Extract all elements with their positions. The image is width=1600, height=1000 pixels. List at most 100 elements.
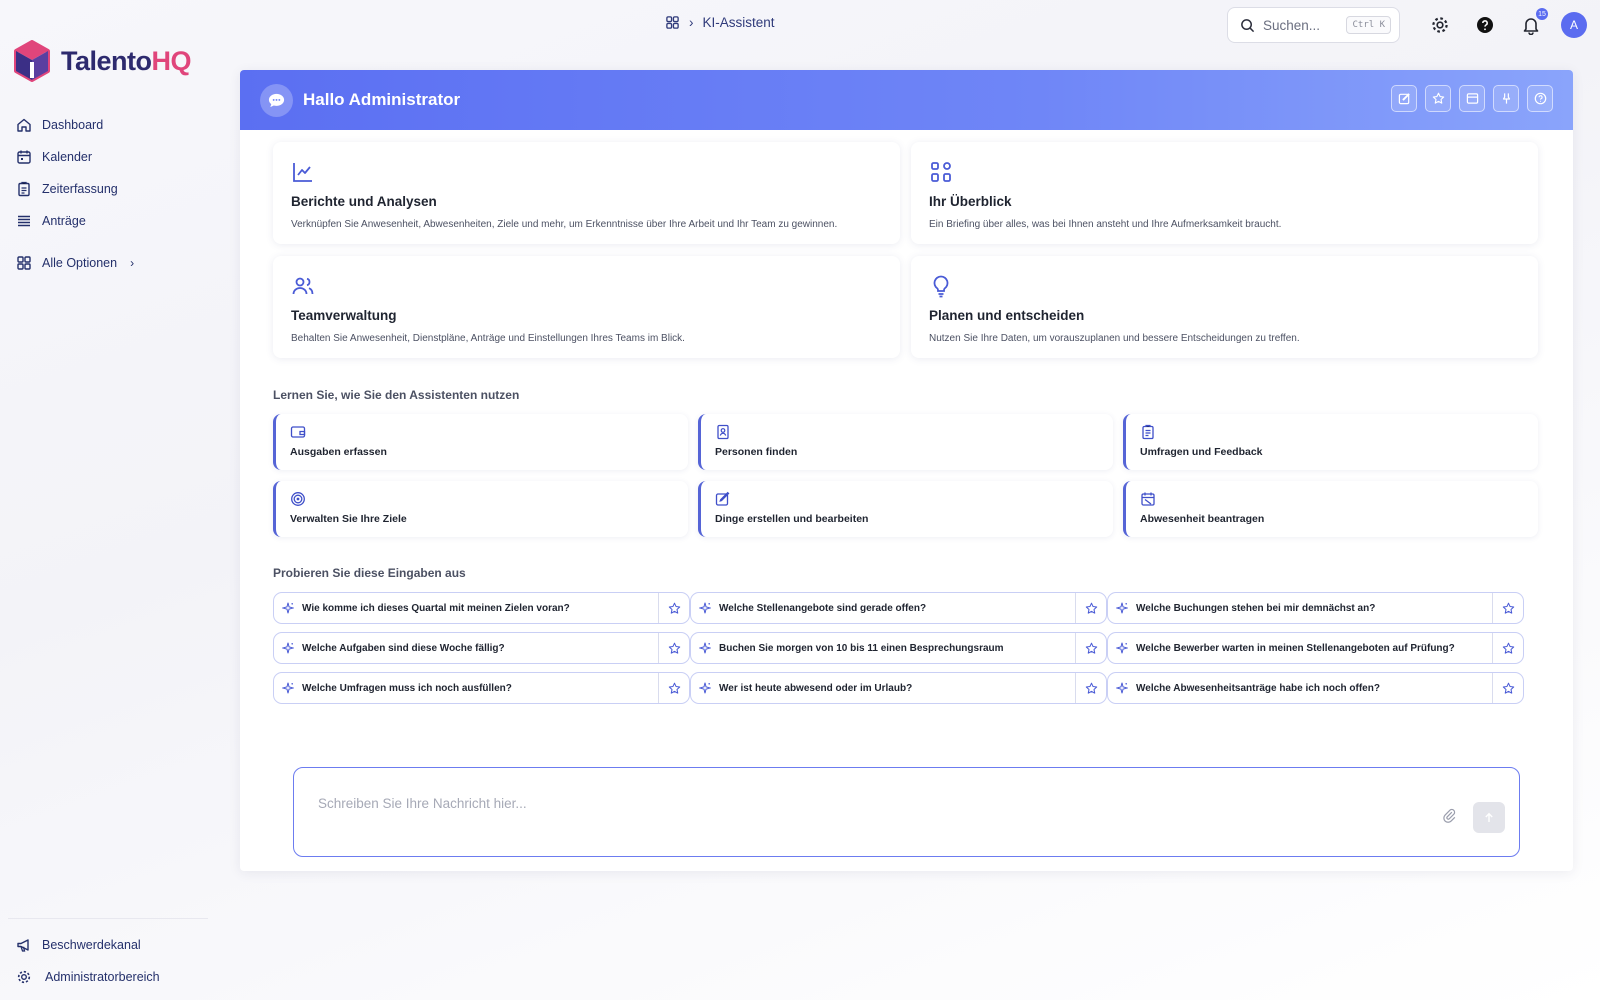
prompt-suggestion[interactable]: Welche Abwesenheitsanträge habe ich noch… [1107,672,1524,704]
feature-title: Ihr Überblick [929,194,1012,209]
contact-icon [717,424,729,440]
learn-card-personen[interactable]: Personen finden [698,414,1113,470]
feature-card-berichte[interactable]: Berichte und Analysen Verknüpfen Sie Anw… [273,142,900,244]
prompt-text: Welche Abwesenheitsanträge habe ich noch… [1136,682,1380,694]
search-shortcut: Ctrl K [1346,16,1391,34]
sidebar-item-beschwerdekanal[interactable]: Beschwerdekanal [16,929,206,961]
line-chart-icon [293,163,312,182]
star-icon [1085,602,1097,614]
feature-card-ueberblick[interactable]: Ihr Überblick Ein Briefing über alles, w… [911,142,1538,244]
sidebar-item-zeiterfassung[interactable]: Zeiterfassung [16,173,206,205]
favorite-prompt-button[interactable] [658,633,689,663]
calendar-icon [17,150,31,164]
learn-card-title: Verwalten Sie Ihre Ziele [290,513,407,525]
apps-grid-icon[interactable] [665,15,680,30]
sidebar-item-administratorbereich[interactable]: Administratorbereich [16,961,206,993]
feature-card-planen[interactable]: Planen und entscheiden Nutzen Sie Ihre D… [911,256,1538,358]
clipboard-list-icon [1142,424,1154,440]
prompt-text: Buchen Sie morgen von 10 bis 11 einen Be… [719,642,1004,654]
lightbulb-icon [933,275,949,298]
favorite-prompt-button[interactable] [1492,633,1523,663]
notifications-button[interactable]: 15 [1520,8,1548,36]
send-button[interactable] [1473,802,1505,833]
arrow-up-icon [1485,812,1493,822]
prompt-suggestion[interactable]: Wer ist heute abwesend oder im Urlaub? [690,672,1107,704]
sidebar-item-antraege[interactable]: Anträge [16,205,206,237]
feature-card-teamverwaltung[interactable]: Teamverwaltung Behalten Sie Anwesenheit,… [273,256,900,358]
calendar-off-icon [1141,492,1155,506]
favorite-prompt-button[interactable] [658,673,689,703]
pin-icon [1502,93,1510,104]
learn-card-title: Ausgaben erfassen [290,446,387,458]
favorites-button[interactable] [1425,85,1451,112]
pin-button[interactable] [1493,85,1519,112]
learn-heading: Lernen Sie, wie Sie den Assistenten nutz… [273,388,520,402]
learn-card-title: Dinge erstellen und bearbeiten [715,513,869,525]
learn-card-title: Umfragen und Feedback [1140,446,1263,458]
feature-description: Behalten Sie Anwesenheit, Dienstpläne, A… [291,333,685,344]
settings-button[interactable] [1429,14,1451,36]
chat-bubble-icon [268,93,285,107]
favorite-prompt-button[interactable] [1492,593,1523,623]
sparkle-icon [1108,602,1136,614]
favorite-prompt-button[interactable] [658,593,689,623]
brand-logo[interactable]: TalentoHQ [13,40,191,82]
learn-card-dinge[interactable]: Dinge erstellen und bearbeiten [698,481,1113,537]
prompt-suggestion[interactable]: Wie komme ich dieses Quartal mit meinen … [273,592,690,624]
sparkle-icon [274,602,302,614]
sidebar-item-label: Beschwerdekanal [42,938,141,952]
sidebar-item-kalender[interactable]: Kalender [16,141,206,173]
sidebar-item-label: Anträge [42,214,86,228]
search-box[interactable]: Suchen... Ctrl K [1227,7,1400,43]
favorite-prompt-button[interactable] [1075,673,1106,703]
prompt-text: Welche Buchungen stehen bei mir demnächs… [1136,602,1376,614]
archive-button[interactable] [1459,85,1485,112]
star-icon [1502,602,1514,614]
learn-card-umfragen[interactable]: Umfragen und Feedback [1123,414,1538,470]
edit-icon [1398,93,1410,105]
help-icon [1477,17,1493,33]
clipboard-time-icon [18,181,30,197]
sidebar: TalentoHQ Dashboard Kalender Zeiterfassu… [0,0,220,1000]
attach-button[interactable] [1442,808,1457,823]
star-icon [668,682,680,694]
user-avatar[interactable]: A [1561,12,1587,38]
sparkle-icon [691,682,719,694]
help-button[interactable] [1527,85,1553,112]
prompt-suggestion[interactable]: Buchen Sie morgen von 10 bis 11 einen Be… [690,632,1107,664]
edit-icon [715,491,730,506]
grid-icon [931,162,951,182]
chevron-right-icon: › [130,256,135,270]
message-input[interactable]: Schreiben Sie Ihre Nachricht hier... [318,796,527,811]
sparkle-icon [691,642,719,654]
message-composer[interactable]: Schreiben Sie Ihre Nachricht hier... [293,767,1520,857]
prompt-suggestion[interactable]: Welche Buchungen stehen bei mir demnächs… [1107,592,1524,624]
prompt-suggestion[interactable]: Welche Bewerber warten in meinen Stellen… [1107,632,1524,664]
prompt-text: Wer ist heute abwesend oder im Urlaub? [719,682,913,694]
search-input[interactable]: Suchen... [1263,18,1338,33]
assistant-panel: Hallo Administrator Berichte und Analyse… [240,70,1573,871]
feature-description: Ein Briefing über alles, was bei Ihnen a… [929,219,1282,230]
favorite-prompt-button[interactable] [1492,673,1523,703]
new-chat-button[interactable] [1391,85,1417,112]
prompt-suggestion[interactable]: Welche Umfragen muss ich noch ausfüllen? [273,672,690,704]
breadcrumb-current: KI-Assistent [702,15,775,30]
learn-card-ziele[interactable]: Verwalten Sie Ihre Ziele [273,481,688,537]
panel-header: Hallo Administrator [240,70,1573,130]
sparkle-icon [691,602,719,614]
sidebar-item-label: Dashboard [42,118,104,132]
users-icon [292,277,314,295]
favorite-prompt-button[interactable] [1075,633,1106,663]
sparkle-icon [1108,642,1136,654]
gear-icon [17,970,31,984]
prompt-suggestion[interactable]: Welche Stellenangebote sind gerade offen… [690,592,1107,624]
learn-card-ausgaben[interactable]: Ausgaben erfassen [273,414,688,470]
help-button[interactable] [1474,14,1496,36]
learn-card-abwesenheit[interactable]: Abwesenheit beantragen [1123,481,1538,537]
sidebar-item-alle-optionen[interactable]: Alle Optionen › [16,247,206,279]
sidebar-item-label: Kalender [42,150,93,164]
sidebar-item-dashboard[interactable]: Dashboard [16,109,206,141]
search-icon [1241,18,1255,32]
prompt-suggestion[interactable]: Welche Aufgaben sind diese Woche fällig? [273,632,690,664]
favorite-prompt-button[interactable] [1075,593,1106,623]
